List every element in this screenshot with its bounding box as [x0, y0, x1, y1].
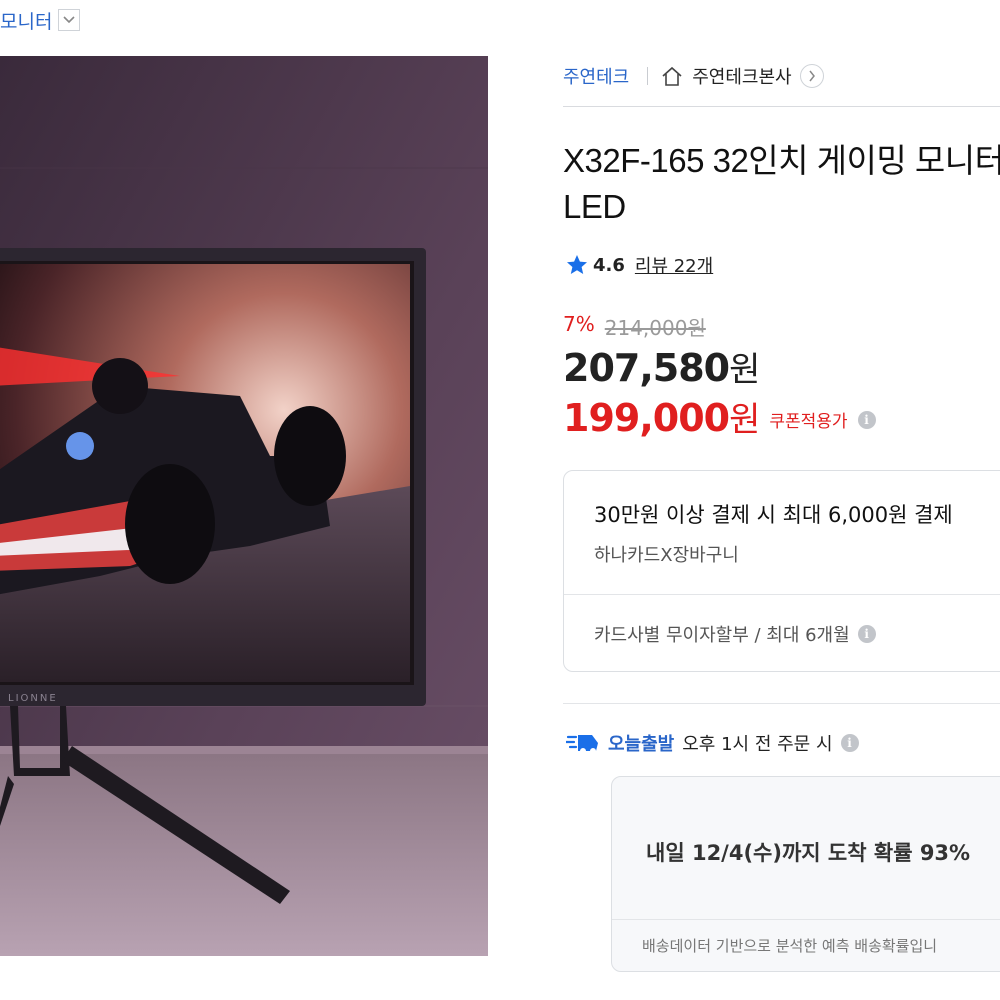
breadcrumb: 모니터	[0, 6, 81, 34]
benefit-main[interactable]: 30만원 이상 결제 시 최대 6,000원 결제	[594, 499, 953, 529]
store-name: 주연테크본사	[692, 67, 792, 88]
star-icon	[567, 255, 587, 274]
coupon-price-currency: 원	[729, 400, 760, 440]
arrival-note: 배송데이터 기반으로 분석한 예측 배송확률입니	[642, 937, 938, 955]
home-icon	[662, 66, 682, 86]
seller-name[interactable]: 주연테크	[563, 63, 629, 89]
delivery-condition: 오후 1시 전 주문 시	[682, 734, 833, 755]
original-price: 214,000원	[604, 316, 706, 340]
coupon-price-row: 199,000원 쿠폰적용가 i	[563, 392, 876, 441]
delivery-row: 오늘출발 오후 1시 전 주문 시 i	[566, 730, 859, 756]
coupon-label: 쿠폰적용가	[769, 412, 848, 432]
chevron-right-icon	[809, 70, 815, 82]
info-icon[interactable]: i	[840, 734, 859, 752]
benefit-sub: 하나카드X장바구니	[594, 545, 739, 566]
coupon-price: 199,000원	[563, 392, 760, 441]
arrival-divider	[612, 919, 1000, 920]
product-title: X32F-165 32인치 게이밍 모니터 LED	[563, 142, 1000, 225]
info-icon[interactable]: i	[857, 625, 876, 643]
benefit-divider	[564, 594, 1000, 595]
monitor-brand: LIONNE	[8, 693, 58, 704]
sale-price: 207,580원	[563, 342, 760, 391]
seller-separator	[647, 67, 649, 85]
store-chevron-button[interactable]	[799, 64, 824, 88]
delivery-truck-icon	[566, 735, 598, 754]
store-link[interactable]: 주연테크본사	[660, 63, 824, 89]
monitor-screen	[0, 264, 410, 682]
coupon-price-amount: 199,000	[563, 396, 730, 440]
breadcrumb-category[interactable]: 모니터	[0, 7, 52, 34]
rating-score: 4.6	[593, 254, 625, 276]
arrival-estimate: 내일 12/4(수)까지 도착 확률 93%	[646, 841, 971, 865]
monitor-photo: LIONNE	[0, 56, 488, 956]
product-image[interactable]: LIONNE	[0, 56, 488, 956]
chevron-down-icon	[63, 16, 76, 24]
rating-row: 4.6 리뷰 22개	[565, 252, 713, 278]
seller-divider	[563, 106, 1000, 107]
review-count-link[interactable]: 리뷰 22개	[635, 252, 713, 278]
delivery-badge: 오늘출발	[608, 734, 675, 755]
installment-text: 카드사별 무이자할부 / 최대 6개월	[594, 625, 850, 646]
category-dropdown-button[interactable]	[58, 9, 81, 31]
card-benefit-box: 30만원 이상 결제 시 최대 6,000원 결제 하나카드X장바구니 카드사별…	[563, 470, 1000, 672]
sale-price-currency: 원	[729, 350, 760, 390]
sale-price-amount: 207,580	[563, 346, 730, 390]
discount-row: 7% 214,000원	[563, 312, 706, 341]
section-divider	[563, 703, 1000, 704]
info-icon[interactable]: i	[857, 410, 876, 429]
seller-row: 주연테크 주연테크본사	[563, 58, 1000, 94]
arrival-box: 내일 12/4(수)까지 도착 확률 93% 배송데이터 기반으로 분석한 예측…	[611, 776, 1000, 972]
installment-row: 카드사별 무이자할부 / 최대 6개월 i	[594, 621, 876, 647]
discount-rate: 7%	[563, 312, 595, 336]
